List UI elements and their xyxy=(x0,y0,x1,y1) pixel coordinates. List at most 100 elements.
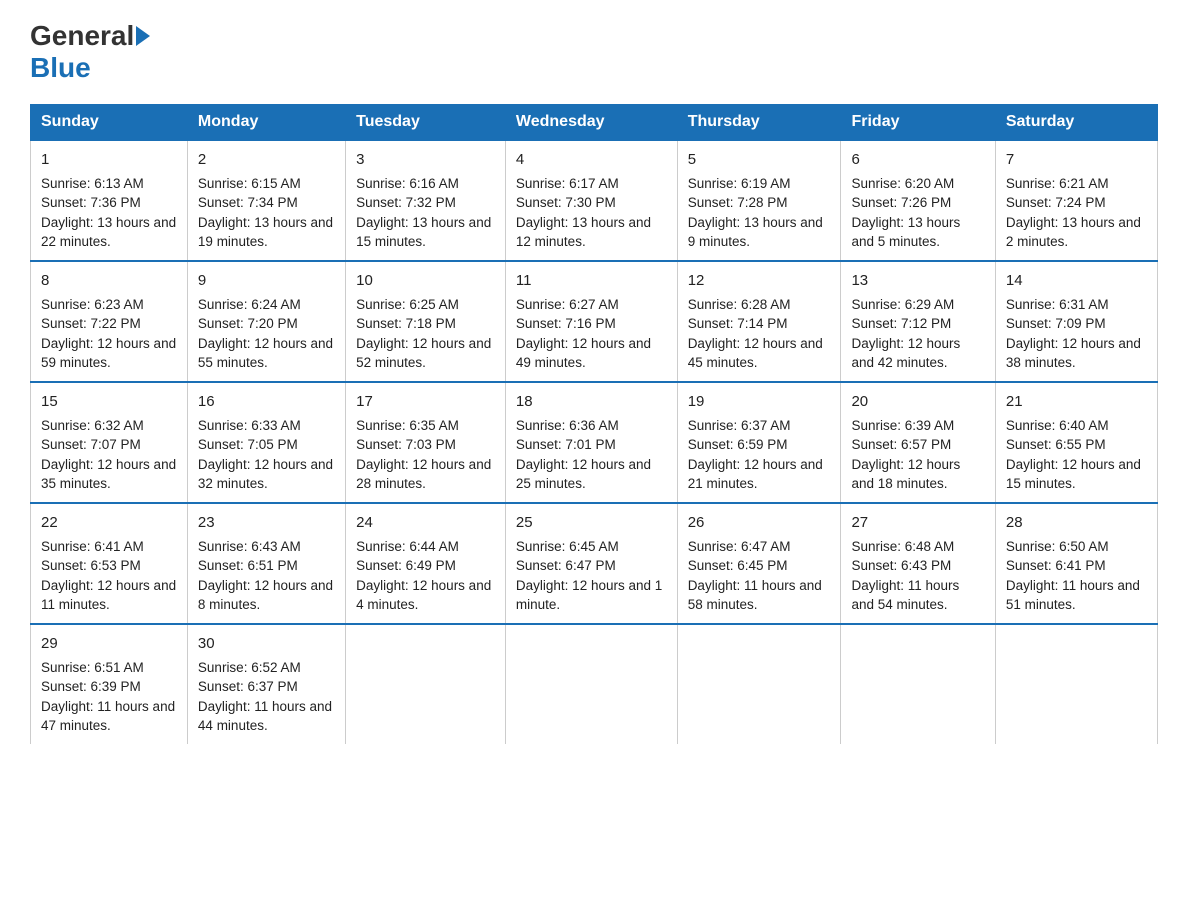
sunset-text: Sunset: 7:09 PM xyxy=(1006,316,1106,331)
day-number: 7 xyxy=(1006,149,1147,171)
daylight-text: Daylight: 12 hours and 8 minutes. xyxy=(198,578,333,613)
sunset-text: Sunset: 7:03 PM xyxy=(356,437,456,452)
sunset-text: Sunset: 6:59 PM xyxy=(688,437,788,452)
calendar-cell: 29Sunrise: 6:51 AMSunset: 6:39 PMDayligh… xyxy=(31,624,188,744)
daylight-text: Daylight: 12 hours and 32 minutes. xyxy=(198,457,333,492)
daylight-text: Daylight: 12 hours and 38 minutes. xyxy=(1006,336,1141,371)
day-number: 16 xyxy=(198,391,335,413)
day-number: 15 xyxy=(41,391,177,413)
calendar-cell: 15 Sunrise: 6:32 AM Sunset: 7:07 PM Dayligh… xyxy=(31,382,188,503)
daylight-text: Daylight: 12 hours and 1 minute. xyxy=(516,578,662,613)
sunrise-text: Sunrise: 6:47 AM xyxy=(688,539,791,554)
sunrise-text: Sunrise: 6:52 AM xyxy=(198,660,301,675)
sunset-text: Sunset: 7:05 PM xyxy=(198,437,298,452)
day-number: 5 xyxy=(688,149,831,171)
calendar-cell: 25Sunrise: 6:45 AMSunset: 6:47 PMDayligh… xyxy=(505,503,677,624)
sunset-text: Sunset: 6:49 PM xyxy=(356,558,456,573)
calendar-cell: 1Sunrise: 6:13 AMSunset: 7:36 PMDaylight… xyxy=(31,140,188,261)
calendar-cell: 11Sunrise: 6:27 AMSunset: 7:16 PMDayligh… xyxy=(505,261,677,382)
calendar-cell: 4Sunrise: 6:17 AMSunset: 7:30 PMDaylight… xyxy=(505,140,677,261)
day-number: 26 xyxy=(688,512,831,534)
calendar-cell: 24Sunrise: 6:44 AMSunset: 6:49 PMDayligh… xyxy=(346,503,506,624)
sunrise-text: Sunrise: 6:48 AM xyxy=(851,539,954,554)
daylight-text: Daylight: 11 hours and 51 minutes. xyxy=(1006,578,1140,613)
calendar-cell: 14Sunrise: 6:31 AMSunset: 7:09 PMDayligh… xyxy=(995,261,1157,382)
sunrise-text: Sunrise: 6:24 AM xyxy=(198,297,301,312)
daylight-text: Daylight: 13 hours and 22 minutes. xyxy=(41,215,176,250)
daylight-text: Daylight: 13 hours and 2 minutes. xyxy=(1006,215,1141,250)
day-number: 23 xyxy=(198,512,335,534)
sunrise-text: Sunrise: 6:37 AM xyxy=(688,418,791,433)
sunset-text: Sunset: 6:37 PM xyxy=(198,679,298,694)
sunset-text: Sunset: 7:24 PM xyxy=(1006,195,1106,210)
calendar-cell: 12Sunrise: 6:28 AMSunset: 7:14 PMDayligh… xyxy=(677,261,841,382)
daylight-text: Daylight: 13 hours and 19 minutes. xyxy=(198,215,333,250)
sunset-text: Sunset: 7:22 PM xyxy=(41,316,141,331)
sunrise-text: Sunrise: 6:44 AM xyxy=(356,539,459,554)
day-number: 20 xyxy=(851,391,984,413)
sunset-text: Sunset: 7:12 PM xyxy=(851,316,951,331)
sunrise-text: Sunrise: 6:19 AM xyxy=(688,176,791,191)
calendar-cell xyxy=(346,624,506,744)
daylight-text: Daylight: 12 hours and 35 minutes. xyxy=(41,457,176,492)
daylight-text: Daylight: 11 hours and 54 minutes. xyxy=(851,578,959,613)
col-sunday: Sunday xyxy=(31,105,188,141)
sunset-text: Sunset: 7:07 PM xyxy=(41,437,141,452)
calendar-cell: 30 Sunrise: 6:52 AM Sunset: 6:37 PM Dayligh… xyxy=(187,624,345,744)
calendar-cell: 7Sunrise: 6:21 AMSunset: 7:24 PMDaylight… xyxy=(995,140,1157,261)
sunset-text: Sunset: 7:36 PM xyxy=(41,195,141,210)
calendar-cell: 8Sunrise: 6:23 AMSunset: 7:22 PMDaylight… xyxy=(31,261,188,382)
sunset-text: Sunset: 6:53 PM xyxy=(41,558,141,573)
day-number: 4 xyxy=(516,149,667,171)
calendar-table: Sunday Monday Tuesday Wednesday Thursday… xyxy=(30,104,1158,744)
calendar-cell xyxy=(677,624,841,744)
calendar-cell: 9Sunrise: 6:24 AMSunset: 7:20 PMDaylight… xyxy=(187,261,345,382)
day-number: 3 xyxy=(356,149,495,171)
calendar-cell: 18Sunrise: 6:36 AMSunset: 7:01 PMDayligh… xyxy=(505,382,677,503)
daylight-text: Daylight: 12 hours and 28 minutes. xyxy=(356,457,491,492)
daylight-text: Daylight: 12 hours and 45 minutes. xyxy=(688,336,823,371)
sunset-text: Sunset: 6:41 PM xyxy=(1006,558,1106,573)
day-number: 30 xyxy=(198,633,335,655)
calendar-cell: 23Sunrise: 6:43 AMSunset: 6:51 PMDayligh… xyxy=(187,503,345,624)
daylight-text: Daylight: 12 hours and 59 minutes. xyxy=(41,336,176,371)
sunset-text: Sunset: 6:43 PM xyxy=(851,558,951,573)
sunrise-text: Sunrise: 6:32 AM xyxy=(41,418,144,433)
sunrise-text: Sunrise: 6:28 AM xyxy=(688,297,791,312)
sunrise-text: Sunrise: 6:15 AM xyxy=(198,176,301,191)
daylight-text: Daylight: 12 hours and 25 minutes. xyxy=(516,457,651,492)
daylight-text: Daylight: 11 hours and 44 minutes. xyxy=(198,699,332,734)
day-number: 27 xyxy=(851,512,984,534)
calendar-header: Sunday Monday Tuesday Wednesday Thursday… xyxy=(31,105,1158,141)
daylight-text: Daylight: 11 hours and 58 minutes. xyxy=(688,578,822,613)
logo-blue-text: Blue xyxy=(30,52,91,84)
daylight-text: Daylight: 12 hours and 42 minutes. xyxy=(851,336,960,371)
calendar-cell: 20Sunrise: 6:39 AMSunset: 6:57 PMDayligh… xyxy=(841,382,995,503)
day-number: 11 xyxy=(516,270,667,292)
daylight-text: Daylight: 12 hours and 55 minutes. xyxy=(198,336,333,371)
day-number: 6 xyxy=(851,149,984,171)
calendar-cell: 13Sunrise: 6:29 AMSunset: 7:12 PMDayligh… xyxy=(841,261,995,382)
sunrise-text: Sunrise: 6:31 AM xyxy=(1006,297,1109,312)
sunrise-text: Sunrise: 6:23 AM xyxy=(41,297,144,312)
sunrise-text: Sunrise: 6:25 AM xyxy=(356,297,459,312)
col-wednesday: Wednesday xyxy=(505,105,677,141)
day-number: 21 xyxy=(1006,391,1147,413)
sunrise-text: Sunrise: 6:16 AM xyxy=(356,176,459,191)
sunrise-text: Sunrise: 6:29 AM xyxy=(851,297,954,312)
sunset-text: Sunset: 7:01 PM xyxy=(516,437,616,452)
sunset-text: Sunset: 7:16 PM xyxy=(516,316,616,331)
calendar-cell xyxy=(841,624,995,744)
daylight-text: Daylight: 13 hours and 9 minutes. xyxy=(688,215,823,250)
sunrise-text: Sunrise: 6:50 AM xyxy=(1006,539,1109,554)
sunrise-text: Sunrise: 6:20 AM xyxy=(851,176,954,191)
sunset-text: Sunset: 7:18 PM xyxy=(356,316,456,331)
daylight-text: Daylight: 12 hours and 52 minutes. xyxy=(356,336,491,371)
col-friday: Friday xyxy=(841,105,995,141)
calendar-cell xyxy=(505,624,677,744)
calendar-cell: 27 Sunrise: 6:48 AM Sunset: 6:43 PM Dayligh… xyxy=(841,503,995,624)
sunset-text: Sunset: 6:55 PM xyxy=(1006,437,1106,452)
calendar-cell: 17Sunrise: 6:35 AMSunset: 7:03 PMDayligh… xyxy=(346,382,506,503)
day-number: 24 xyxy=(356,512,495,534)
sunset-text: Sunset: 6:57 PM xyxy=(851,437,951,452)
